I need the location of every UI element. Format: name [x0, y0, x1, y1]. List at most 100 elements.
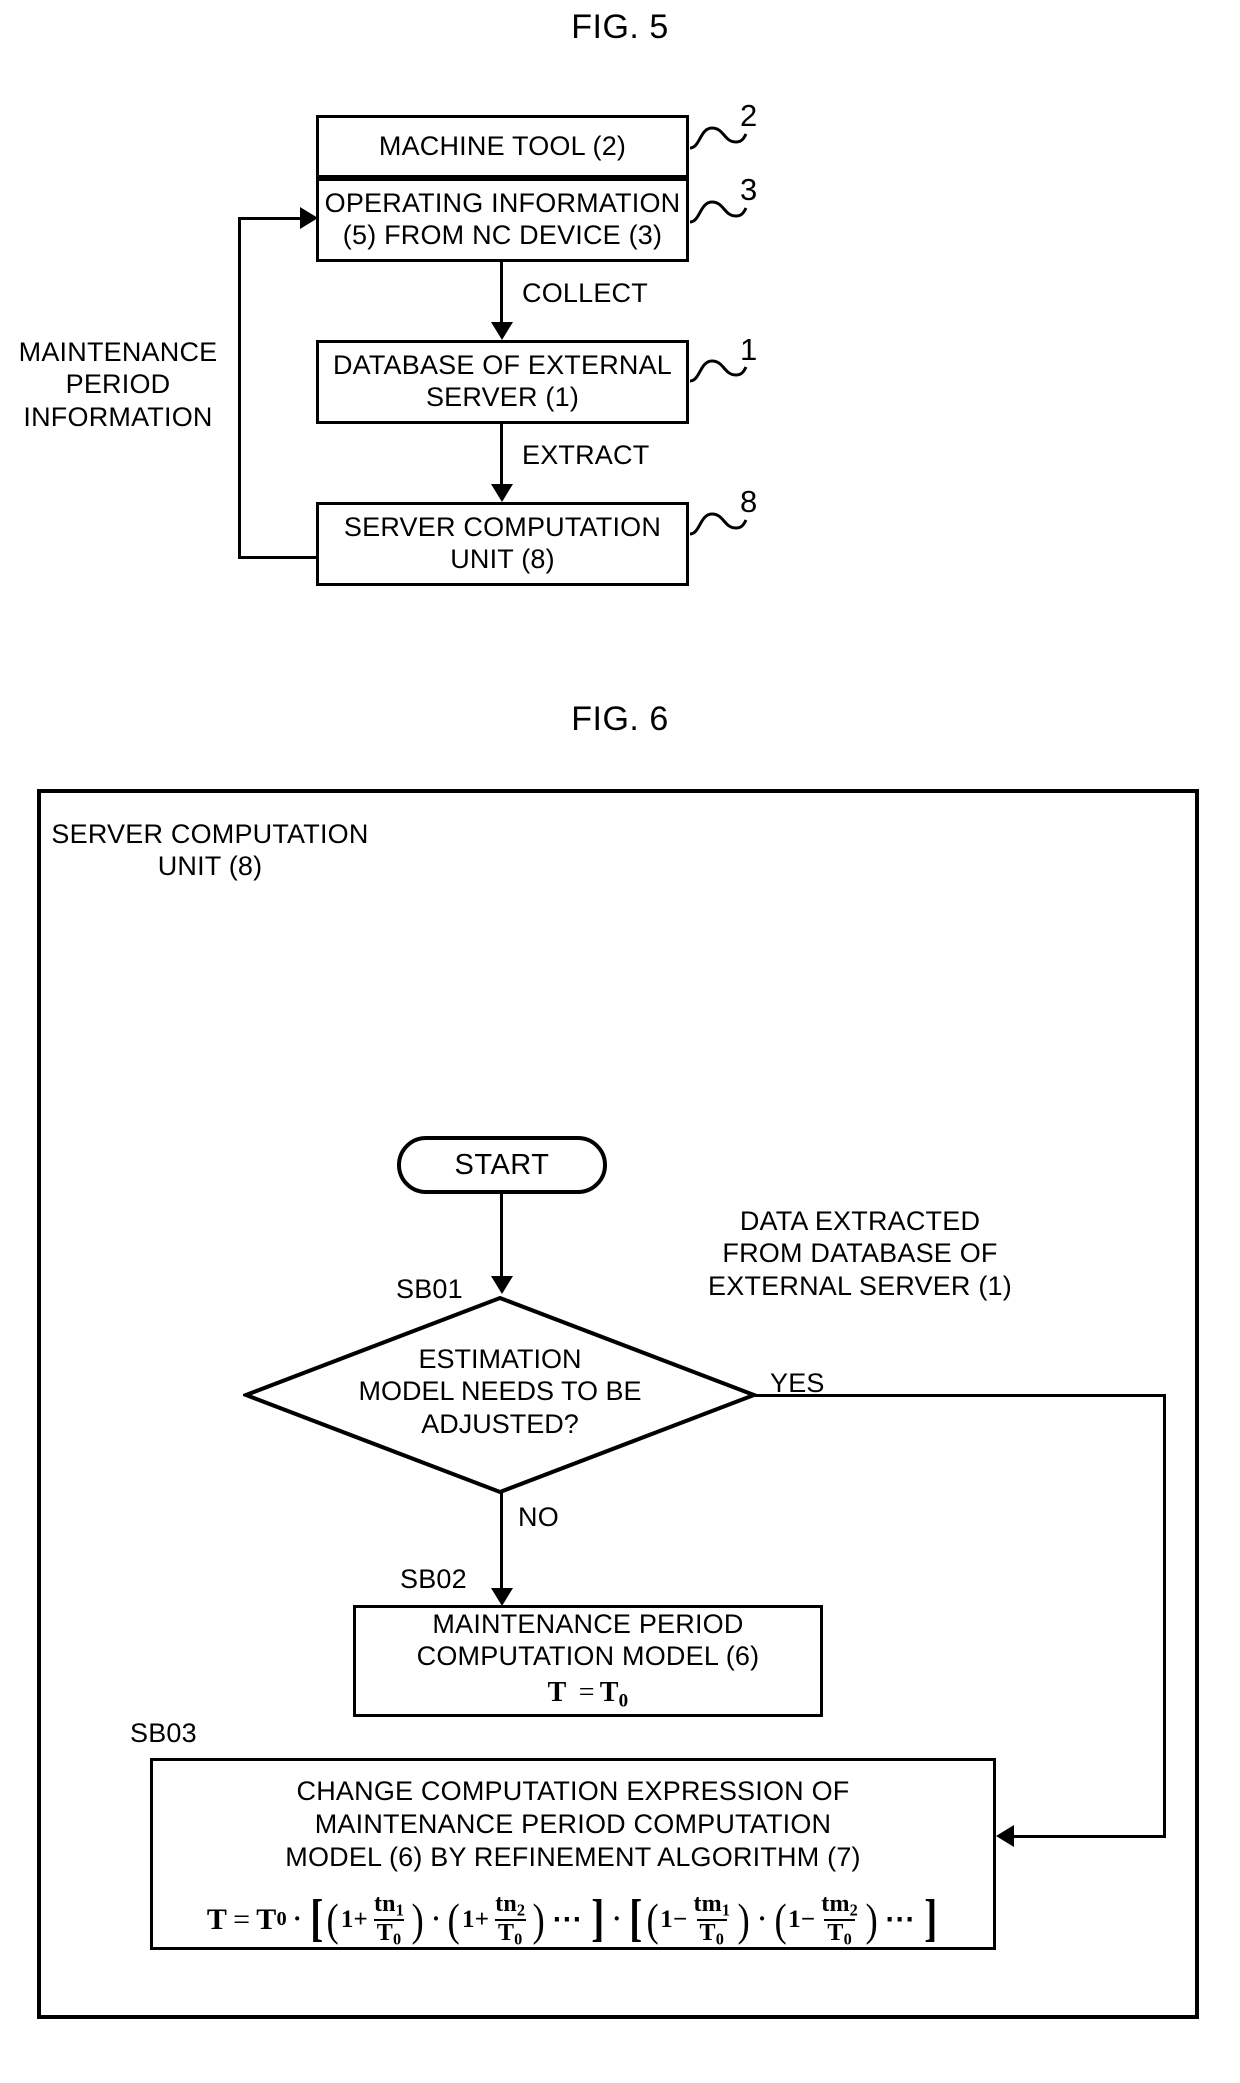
fig5-feedback-segment-bottom — [238, 556, 318, 559]
fig6-sb03-dot-1: · — [292, 1904, 302, 1934]
fig6-sb03-term1b-numerator: tn2 — [492, 1890, 528, 1920]
fig6-sb03-term1a-den-sub: 0 — [392, 1929, 402, 1949]
fig6-terminator-start-label: START — [454, 1148, 550, 1181]
fig6-sb03-term2b-den-sub: 0 — [843, 1929, 852, 1949]
fig6-sb03-term1a-num-base: tn — [373, 1890, 396, 1917]
fig6-sb02-eq-lhs: T — [547, 1676, 567, 1708]
fig6-sb03-term2b-fraction: tm2 T0 — [818, 1890, 861, 1949]
fig6-sb03-term1b-den-sub: 0 — [514, 1929, 523, 1949]
fig6-branch-label-no: NO — [518, 1502, 559, 1532]
fig6-sb03-term2b-den-base: T — [827, 1919, 844, 1946]
fig6-process-sb02-label: MAINTENANCE PERIOD COMPUTATION MODEL (6) — [416, 1609, 760, 1672]
fig6-sb03-term2b-sign: 1− — [788, 1905, 816, 1933]
fig6-sb03-term2b-num-base: tm — [821, 1890, 850, 1917]
fig5-box-server-computation-unit: SERVER COMPUTATION UNIT (8) — [316, 502, 689, 586]
fig5-feedback-segment-vertical — [238, 217, 241, 559]
fig6-sb02-eq-rhs-sub: 0 — [618, 1690, 629, 1712]
fig6-sb03-dot-3: · — [612, 1904, 622, 1934]
fig6-sb03-term1a-fraction: tn1 T0 — [371, 1890, 407, 1949]
fig6-sb03-paren-open-2a: ( — [646, 1893, 659, 1945]
fig5-label-collect: COLLECT — [522, 278, 648, 308]
fig6-process-sb03-label: CHANGE COMPUTATION EXPRESSION OF MAINTEN… — [285, 1776, 861, 1872]
fig6-sb03-eq-operator: = — [233, 1902, 251, 1936]
fig6-sb03-term2a-num-base: tm — [693, 1890, 722, 1917]
fig6-sb03-term2b-numerator: tm2 — [818, 1890, 861, 1920]
fig6-process-sb03: CHANGE COMPUTATION EXPRESSION OF MAINTEN… — [150, 1758, 996, 1950]
fig6-step-tag-sb03: SB03 — [130, 1718, 197, 1748]
fig6-sb03-bracket-close-1: ] — [591, 1890, 605, 1948]
fig6-yes-arrowhead — [996, 1825, 1014, 1847]
fig6-decision-sb01-label: ESTIMATION MODEL NEEDS TO BE ADJUSTED? — [358, 1344, 642, 1439]
fig6-yes-segment-horizontal-top — [755, 1394, 1166, 1397]
fig6-sb03-paren-close-2b: ) — [865, 1893, 879, 1945]
fig5-box-server-computation-unit-label: SERVER COMPUTATION UNIT (8) — [343, 512, 662, 574]
fig6-title: FIG. 6 — [571, 700, 669, 738]
fig5-ref-1: 1 — [740, 332, 758, 367]
fig6-step-tag-sb02: SB02 — [400, 1564, 467, 1594]
fig6-sb03-term1a-den-base: T — [376, 1919, 393, 1946]
fig5-feedback-arrowhead — [300, 207, 318, 229]
fig6-sb03-term2a-fraction: tm1 T0 — [690, 1890, 733, 1949]
fig6-sb03-term2a-num-sub: 1 — [721, 1900, 731, 1920]
fig6-sb03-term1b-num-base: tn — [495, 1890, 517, 1917]
fig6-arrow-start-to-sb01-head — [491, 1276, 513, 1294]
fig5-leader-operating-information — [689, 200, 748, 224]
fig5-arrow-collect-head — [491, 322, 513, 340]
fig6-sb03-paren-close-1a: ) — [411, 1893, 425, 1945]
fig5-leader-database — [689, 359, 748, 383]
fig6-sb03-bracket-open-1: [ — [309, 1890, 324, 1948]
fig6-sb03-term1b-den-base: T — [497, 1919, 515, 1946]
fig6-sb03-eq-t0-base: T — [256, 1902, 277, 1936]
fig5-leader-server-computation-unit — [689, 512, 748, 536]
fig6-sb02-eq-operator: = — [578, 1676, 595, 1708]
fig6-sb03-term2a-numerator: tm1 — [690, 1890, 733, 1920]
fig6-sb03-term2a-den-base: T — [699, 1919, 716, 1946]
patent-drawing-sheet: FIG. 5 MACHINE TOOL (2) 2 OPERATING INFO… — [0, 0, 1240, 2083]
fig5-leader-machine-tool — [689, 126, 748, 150]
fig6-sb03-term2b-num-sub: 2 — [849, 1900, 859, 1920]
fig6-sb03-paren-open-1b: ( — [448, 1893, 461, 1945]
fig5-arrow-extract-line — [500, 424, 503, 488]
fig5-feedback-segment-top — [238, 217, 306, 220]
fig5-box-database: DATABASE OF EXTERNAL SERVER (1) — [316, 340, 689, 424]
fig5-ref-8: 8 — [740, 484, 758, 519]
fig6-sb03-term1b-denominator: T0 — [494, 1918, 526, 1949]
fig6-process-sb02-equation: T = T0 — [548, 1676, 629, 1713]
fig5-box-machine-tool: MACHINE TOOL (2) — [316, 115, 689, 178]
fig6-sb03-term2a-denominator: T0 — [696, 1918, 728, 1949]
fig6-sb03-term2b-denominator: T0 — [824, 1918, 855, 1949]
fig5-box-operating-information: OPERATING INFORMATION (5) FROM NC DEVICE… — [316, 178, 689, 262]
fig6-yes-segment-vertical — [1163, 1394, 1166, 1838]
fig6-sb03-paren-close-1b: ) — [532, 1893, 546, 1945]
fig6-annotation-data-extracted: DATA EXTRACTED FROM DATABASE OF EXTERNAL… — [708, 1206, 1012, 1301]
fig6-yes-segment-horizontal-bottom — [1011, 1835, 1166, 1838]
fig5-label-extract: EXTRACT — [522, 440, 650, 470]
fig5-ref-3: 3 — [740, 172, 758, 207]
fig6-process-sb03-equation: T = T0 · [ ( 1+ tn1 T0 ) · ( 1+ tn2 T0)… — [206, 1890, 939, 1949]
fig5-box-machine-tool-label: MACHINE TOOL (2) — [378, 130, 627, 161]
fig6-arrow-start-to-sb01-line — [500, 1194, 503, 1280]
fig6-sb03-eq-lhs: T — [206, 1902, 228, 1936]
fig5-arrow-collect-line — [500, 262, 503, 326]
fig6-sb03-paren-close-2a: ) — [737, 1893, 751, 1945]
fig6-sb03-term1a-denominator: T0 — [373, 1918, 405, 1949]
fig5-arrow-extract-head — [491, 484, 513, 502]
fig5-label-maintenance-period-information: MAINTENANCE PERIOD INFORMATION — [18, 337, 218, 432]
fig6-sb03-paren-open-1a: ( — [326, 1893, 340, 1945]
fig6-arrow-sb01-to-sb02-head — [491, 1588, 513, 1606]
fig6-sb03-term1b-num-sub: 2 — [516, 1900, 526, 1920]
fig5-box-database-label: DATABASE OF EXTERNAL SERVER (1) — [332, 350, 673, 412]
fig6-sb03-eq-t0-sub: 0 — [276, 1908, 287, 1931]
fig6-sb03-paren-open-2b: ( — [774, 1893, 787, 1945]
fig6-sb03-bracket-close-2: ] — [923, 1890, 937, 1948]
fig5-box-operating-information-label: OPERATING INFORMATION (5) FROM NC DEVICE… — [324, 188, 681, 250]
fig6-sb03-dot-4: · — [757, 1904, 767, 1934]
fig6-decision-sb01: ESTIMATION MODEL NEEDS TO BE ADJUSTED? — [243, 1295, 757, 1495]
fig6-arrow-sb01-to-sb02-line — [500, 1492, 503, 1592]
fig5-ref-2: 2 — [740, 98, 758, 133]
fig6-sb03-ellipsis-1: ⋯ — [551, 1902, 584, 1936]
fig6-sb03-term2a-den-sub: 0 — [715, 1929, 725, 1949]
fig6-process-sb02: MAINTENANCE PERIOD COMPUTATION MODEL (6)… — [353, 1605, 823, 1717]
fig6-label-server-computation-unit: SERVER COMPUTATION UNIT (8) — [51, 819, 369, 882]
fig6-sb03-term1b-fraction: tn2 T0 — [492, 1890, 528, 1949]
